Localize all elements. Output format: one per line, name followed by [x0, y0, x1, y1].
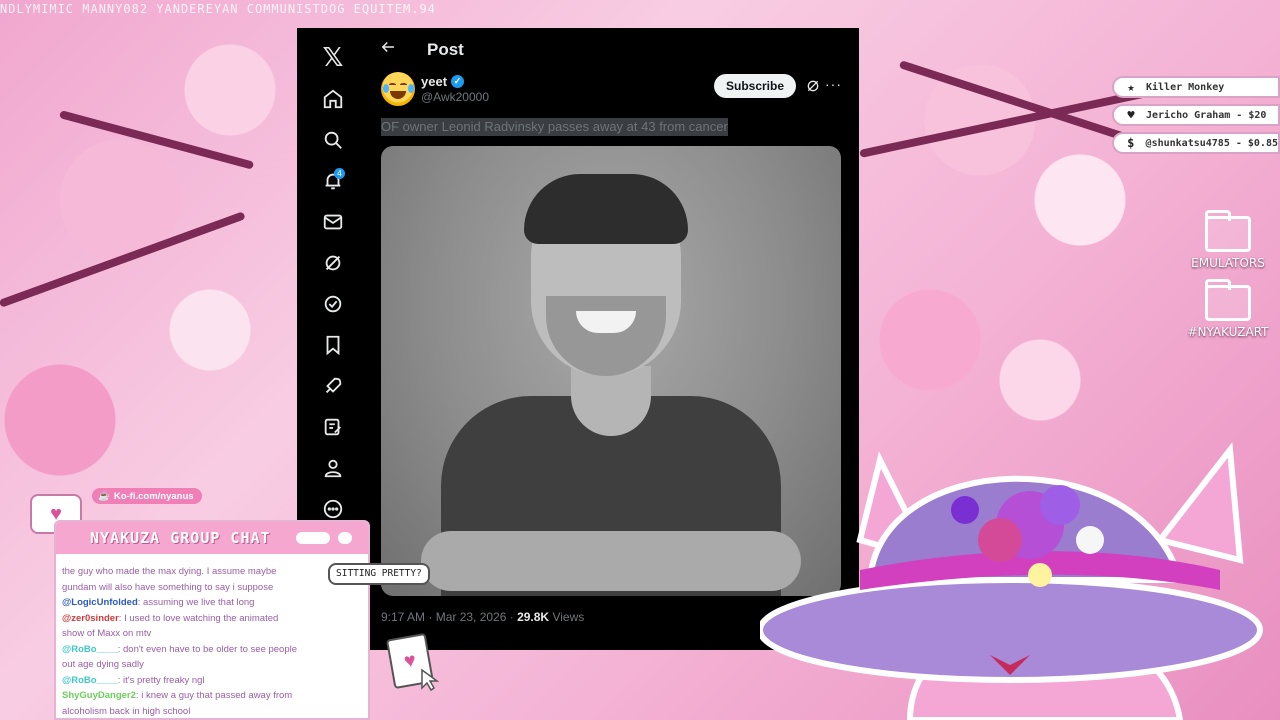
back-arrow-icon[interactable]	[379, 38, 403, 62]
chat-message-text: out age dying sadly	[62, 659, 144, 670]
notification-badge: 4	[334, 168, 345, 179]
username-ticker: NDLYMIMIC MANNY082 YANDEREYAN COMMUNISTD…	[0, 2, 436, 16]
chat-title-bar: NYAKUZA GROUP CHAT	[56, 522, 368, 554]
chat-message-line: show of Maxx on mtv	[62, 626, 362, 642]
desktop-folder-emulators[interactable]: EMULATORS	[1183, 210, 1273, 270]
folder-icon	[1205, 279, 1251, 321]
chat-message-text: show of Maxx on mtv	[62, 628, 152, 639]
cherry-branch	[58, 110, 255, 170]
chat-title: NYAKUZA GROUP CHAT	[90, 529, 271, 547]
chat-message-text: : assuming we live that long	[137, 597, 255, 608]
grok-post-icon[interactable]	[805, 78, 821, 94]
grok-icon[interactable]	[313, 243, 353, 283]
heart-icon: ♥	[1127, 108, 1135, 122]
sitting-pretty-bubble: SITTING PRETTY?	[328, 563, 430, 585]
cat-mascot-with-hat	[760, 442, 1263, 720]
chat-message-text: : I used to love watching the animated	[118, 612, 279, 624]
avatar[interactable]	[381, 72, 415, 106]
display-name-text: yeet	[421, 74, 448, 89]
views-label: Views	[549, 610, 585, 624]
kofi-link[interactable]: ☕ Ko-fi.com/nyanus	[92, 488, 202, 504]
alert-text: Jericho Graham - $20	[1146, 109, 1267, 121]
page-title: Post	[427, 40, 464, 59]
kofi-text: Ko-fi.com/nyanus	[113, 490, 194, 502]
home-icon[interactable]	[313, 79, 353, 119]
chat-username: @zer0sinder	[62, 612, 119, 624]
chat-pill-decor	[296, 532, 330, 544]
chat-messages: the guy who made the max dying. I assume…	[62, 564, 362, 719]
chat-message-line: alcoholism back in high school	[62, 704, 362, 719]
cherry-branch	[0, 211, 246, 308]
more-options-icon[interactable]: ···	[825, 76, 842, 92]
chat-message-line: ShyGuyDanger2: i knew a guy that passed …	[62, 688, 362, 704]
verified-check-icon[interactable]	[313, 284, 353, 324]
chat-message-line: @RoBo____: don't even have to be older t…	[62, 642, 362, 658]
alert-row: ★ Killer Monkey	[1112, 76, 1280, 98]
chat-message-text: : don't even have to be older to see peo…	[117, 643, 298, 655]
desktop-folder-nyakuzart[interactable]: #NYAKUZART	[1183, 279, 1273, 339]
chat-username: @RoBo____	[62, 643, 118, 655]
bell-icon[interactable]: 4	[313, 161, 353, 201]
chat-username: @RoBo____	[62, 674, 118, 686]
person-icon[interactable]	[313, 448, 353, 488]
chat-message-line: @RoBo____: it's pretty freaky ngl	[62, 673, 362, 689]
post-text: OF owner Leonid Radvinsky passes away at…	[381, 118, 728, 136]
chat-message-line: the guy who made the max dying. I assume…	[62, 564, 362, 580]
folder-icon	[1205, 210, 1251, 252]
chat-message-line: @zer0sinder: I used to love watching the…	[62, 611, 362, 627]
chat-message-line: @LogicUnfolded: assuming we live that lo…	[62, 595, 362, 611]
chat-message-line: gundam will also have something to say i…	[62, 580, 362, 596]
folder-label: EMULATORS	[1191, 256, 1265, 270]
chat-message-text: : it's pretty freaky ngl	[117, 674, 205, 686]
display-name[interactable]: yeet ✓	[421, 74, 465, 89]
views-count: 29.8K	[517, 610, 550, 624]
bookmark-icon[interactable]	[313, 325, 353, 365]
mail-icon[interactable]	[313, 202, 353, 242]
chat-dot-decor	[338, 532, 352, 544]
cup-icon: ☕	[98, 490, 110, 502]
group-chat-panel: NYAKUZA GROUP CHAT the guy who made the …	[54, 520, 370, 720]
user-handle[interactable]: @Awk20000	[421, 90, 489, 104]
subscribe-button[interactable]: Subscribe	[714, 74, 796, 98]
search-icon[interactable]	[313, 120, 353, 160]
x-logo-icon[interactable]: 𝕏	[313, 38, 353, 78]
alert-row: $ @shunkatsu4785 - $0.85	[1112, 132, 1280, 154]
alert-row: ♥ Jericho Graham - $20	[1112, 104, 1280, 126]
dollar-icon: $	[1127, 136, 1135, 150]
chat-message-text: the guy who made the max dying. I assume…	[62, 566, 277, 577]
chat-message-text: gundam will also have something to say i…	[62, 581, 274, 593]
chat-username: ShyGuyDanger2	[62, 690, 136, 701]
post-metadata: 9:17 AM · Mar 23, 2026 · 29.8K Views	[381, 610, 584, 624]
alert-text: Killer Monkey	[1146, 81, 1225, 93]
chat-message-line: out age dying sadly	[62, 657, 362, 673]
post-timestamp[interactable]: 9:17 AM · Mar 23, 2026 ·	[381, 610, 517, 624]
cursor-icon	[421, 668, 440, 692]
star-icon: ★	[1127, 80, 1135, 94]
chat-message-text: : i knew a guy that passed away from	[135, 690, 293, 701]
alert-text: @shunkatsu4785 - $0.85	[1145, 137, 1278, 149]
stream-alerts: ★ Killer Monkey ♥ Jericho Graham - $20 $ @s…	[1112, 76, 1280, 160]
chat-username: @LogicUnfolded	[62, 597, 138, 608]
chat-message-text: alcoholism back in high school	[62, 705, 191, 717]
verified-badge-icon: ✓	[451, 75, 465, 88]
folder-label: #NYAKUZART	[1187, 325, 1269, 339]
rocket-icon[interactable]	[313, 366, 353, 406]
compose-icon[interactable]	[313, 407, 353, 447]
